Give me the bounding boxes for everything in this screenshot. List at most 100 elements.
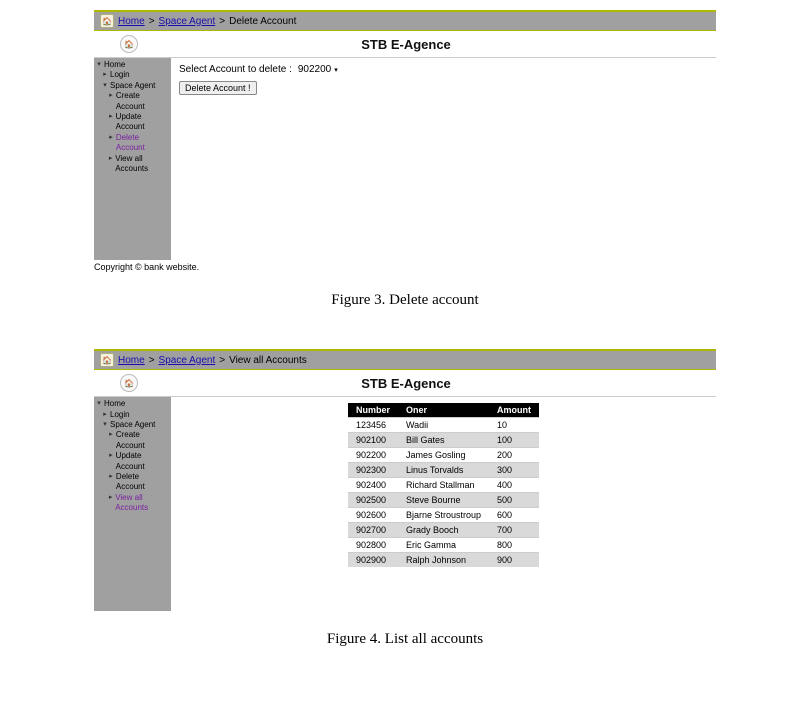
content-area: Number Oner Amount 123456Wadii10902100Bi… (171, 397, 716, 611)
cell-owner: Ralph Johnson (398, 553, 489, 568)
sidebar: ▾Home ▸Login ▾Space Agent ▸Create Accoun… (94, 58, 171, 260)
cell-amount: 200 (489, 448, 539, 463)
sidebar-item-label: Home (104, 60, 125, 70)
col-number: Number (348, 403, 398, 418)
page-title: STB E-Agence (96, 376, 716, 391)
sidebar-item-home[interactable]: ▾Home (94, 399, 171, 409)
cell-number: 902600 (348, 508, 398, 523)
cell-owner: Grady Booch (398, 523, 489, 538)
sidebar-item-create-account[interactable]: ▸Create Account (94, 430, 171, 451)
sidebar-item-label: Delete Account (116, 133, 169, 154)
table-row: 902800Eric Gamma800 (348, 538, 539, 553)
sidebar-item-space-agent[interactable]: ▾Space Agent (94, 81, 171, 91)
cell-number: 902200 (348, 448, 398, 463)
breadcrumb-sep: > (219, 355, 225, 366)
sidebar-item-label: Space Agent (110, 420, 155, 430)
sidebar-item-update-account[interactable]: ▸Update Account (94, 112, 171, 133)
cell-owner: Bill Gates (398, 433, 489, 448)
sidebar-item-label: View all Accounts (115, 493, 169, 514)
breadcrumb-sep: > (149, 16, 155, 27)
table-row: 902300Linus Torvalds300 (348, 463, 539, 478)
cell-owner: Eric Gamma (398, 538, 489, 553)
select-account-label: Select Account to delete : (179, 64, 292, 75)
sidebar-item-label: Create Account (116, 91, 169, 112)
col-owner: Oner (398, 403, 489, 418)
cell-owner: Richard Stallman (398, 478, 489, 493)
table-row: 902200James Gosling200 (348, 448, 539, 463)
sidebar-item-label: Create Account (116, 430, 169, 451)
cell-number: 902300 (348, 463, 398, 478)
cell-amount: 600 (489, 508, 539, 523)
breadcrumb: 🏠 Home > Space Agent > View all Accounts (94, 349, 716, 369)
sidebar-item-label: Update Account (116, 451, 169, 472)
sidebar-item-label: Space Agent (110, 81, 155, 91)
sidebar-item-label: View all Accounts (115, 154, 169, 175)
breadcrumb-home-link[interactable]: Home (118, 355, 145, 366)
content-area: Select Account to delete : 902200 ▾ Dele… (171, 58, 716, 260)
sidebar-item-delete-account[interactable]: ▸Delete Account (94, 472, 171, 493)
sidebar-item-space-agent[interactable]: ▾Space Agent (94, 420, 171, 430)
cell-number: 902500 (348, 493, 398, 508)
cell-amount: 500 (489, 493, 539, 508)
cell-owner: James Gosling (398, 448, 489, 463)
breadcrumb-current: View all Accounts (229, 355, 307, 366)
cell-amount: 900 (489, 553, 539, 568)
accounts-table: Number Oner Amount 123456Wadii10902100Bi… (348, 403, 539, 567)
sidebar-item-label: Login (110, 410, 130, 420)
col-amount: Amount (489, 403, 539, 418)
breadcrumb-sep: > (219, 16, 225, 27)
title-row: 🏠 STB E-Agence (94, 31, 716, 58)
sidebar-item-label: Login (110, 70, 130, 80)
cell-amount: 700 (489, 523, 539, 538)
table-row: 902500Steve Bourne500 (348, 493, 539, 508)
account-select[interactable]: 902200 ▾ (296, 64, 340, 75)
cell-number: 902700 (348, 523, 398, 538)
cell-amount: 100 (489, 433, 539, 448)
sidebar-item-label: Delete Account (116, 472, 169, 493)
table-row: 902100Bill Gates100 (348, 433, 539, 448)
table-row: 902400Richard Stallman400 (348, 478, 539, 493)
page-title: STB E-Agence (96, 37, 716, 52)
sidebar-item-delete-account[interactable]: ▸Delete Account (94, 133, 171, 154)
sidebar-item-label: Update Account (116, 112, 169, 133)
breadcrumb: 🏠 Home > Space Agent > Delete Account (94, 10, 716, 30)
table-row: 902900Ralph Johnson900 (348, 553, 539, 568)
breadcrumb-home-link[interactable]: Home (118, 16, 145, 27)
cell-number: 902800 (348, 538, 398, 553)
figure-view-accounts: 🏠 Home > Space Agent > View all Accounts… (94, 349, 716, 611)
cell-amount: 400 (489, 478, 539, 493)
sidebar-item-create-account[interactable]: ▸Create Account (94, 91, 171, 112)
breadcrumb-agent-link[interactable]: Space Agent (159, 16, 216, 27)
sidebar-item-view-all[interactable]: ▸View all Accounts (94, 154, 171, 175)
sidebar-item-login[interactable]: ▸Login (94, 70, 171, 80)
account-select-value: 902200 (298, 64, 331, 75)
sidebar-item-login[interactable]: ▸Login (94, 410, 171, 420)
figure-delete-account: 🏠 Home > Space Agent > Delete Account 🏠 … (94, 10, 716, 272)
cell-amount: 10 (489, 418, 539, 433)
figure-caption-4: Figure 4. List all accounts (0, 631, 810, 648)
cell-amount: 300 (489, 463, 539, 478)
sidebar-item-home[interactable]: ▾Home (94, 60, 171, 70)
cell-number: 902100 (348, 433, 398, 448)
breadcrumb-sep: > (149, 355, 155, 366)
sidebar-item-label: Home (104, 399, 125, 409)
table-header-row: Number Oner Amount (348, 403, 539, 418)
chevron-down-icon: ▾ (334, 66, 338, 74)
cell-owner: Steve Bourne (398, 493, 489, 508)
cell-number: 902400 (348, 478, 398, 493)
cell-owner: Wadii (398, 418, 489, 433)
cell-amount: 800 (489, 538, 539, 553)
table-row: 123456Wadii10 (348, 418, 539, 433)
home-icon: 🏠 (100, 14, 114, 28)
title-row: 🏠 STB E-Agence (94, 370, 716, 397)
breadcrumb-current: Delete Account (229, 16, 296, 27)
breadcrumb-agent-link[interactable]: Space Agent (159, 355, 216, 366)
delete-account-button[interactable]: Delete Account ! (179, 81, 257, 95)
footer-text: Copyright © bank website. (94, 260, 716, 272)
table-row: 902700Grady Booch700 (348, 523, 539, 538)
figure-caption-3: Figure 3. Delete account (0, 292, 810, 309)
cell-number: 123456 (348, 418, 398, 433)
sidebar-item-update-account[interactable]: ▸Update Account (94, 451, 171, 472)
cell-owner: Bjarne Stroustroup (398, 508, 489, 523)
sidebar-item-view-all[interactable]: ▸View all Accounts (94, 493, 171, 514)
